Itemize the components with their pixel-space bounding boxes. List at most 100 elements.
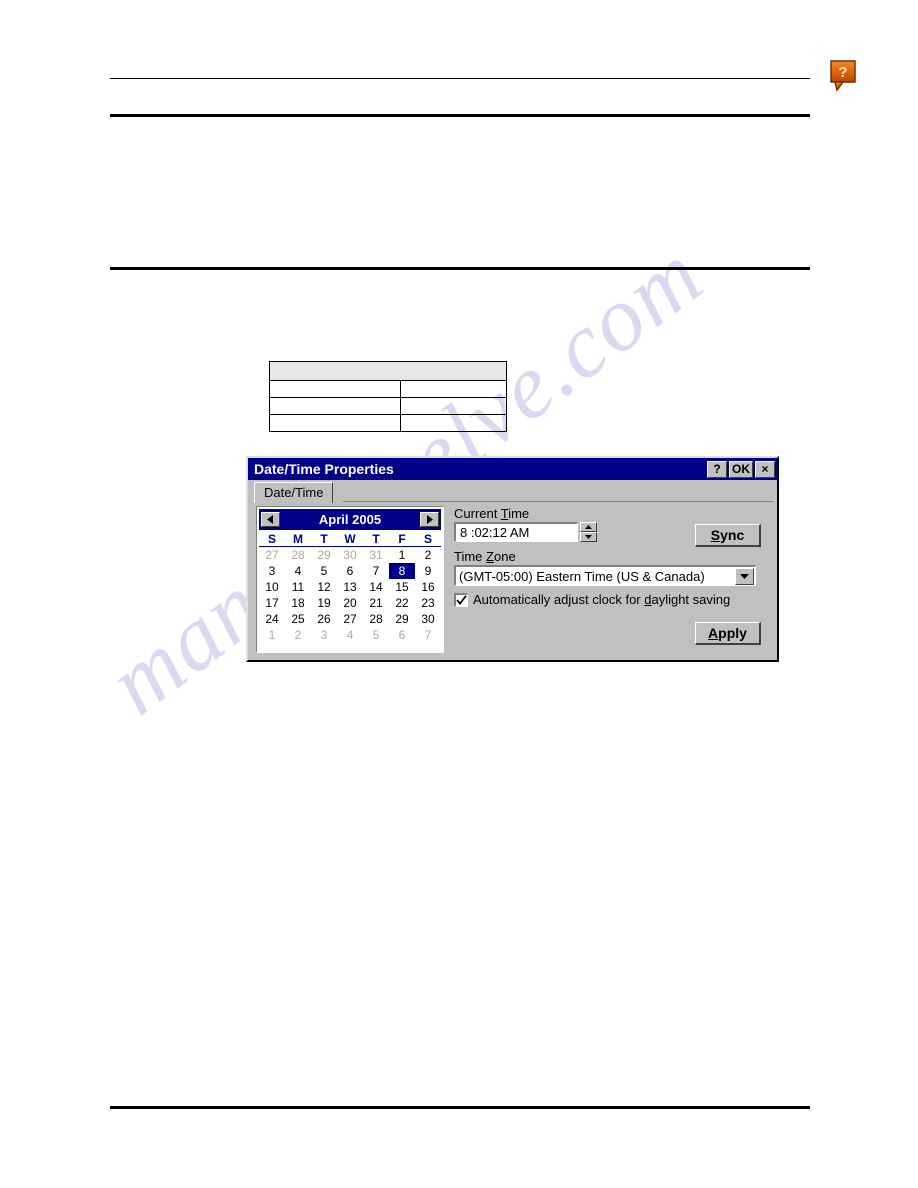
calendar-day-cell[interactable]: 27 — [337, 611, 363, 627]
calendar-day-cell[interactable]: 2 — [415, 547, 441, 564]
daylight-saving-row[interactable]: Automatically adjust clock for daylight … — [454, 592, 771, 607]
spin-up-icon — [585, 525, 592, 529]
calendar-day-cell[interactable]: 26 — [311, 611, 337, 627]
calendar-day-cell[interactable]: 12 — [311, 579, 337, 595]
table-cell — [400, 380, 507, 398]
spin-up-button[interactable] — [580, 522, 597, 532]
calendar-day-cell[interactable]: 31 — [363, 547, 389, 564]
calendar-day-cell[interactable]: 29 — [311, 547, 337, 564]
ok-button[interactable]: OK — [729, 460, 753, 478]
calendar-day-cell[interactable]: 5 — [311, 563, 337, 579]
spin-down-button[interactable] — [580, 532, 597, 542]
table-row — [268, 380, 507, 398]
check-icon — [456, 595, 467, 605]
calendar-week-row: 17 18 19 20 21 22 23 — [259, 595, 441, 611]
tab-date-time[interactable]: Date/Time — [254, 482, 334, 503]
calendar-day-cell[interactable]: 10 — [259, 579, 285, 595]
time-spinner[interactable] — [580, 522, 597, 542]
time-zone-block: Time Zone (GMT-05:00) Eastern Time (US &… — [454, 549, 771, 586]
calendar-day-cell[interactable]: 18 — [285, 595, 311, 611]
calendar-day-cell[interactable]: 15 — [389, 579, 415, 595]
calendar-day-cell[interactable]: 20 — [337, 595, 363, 611]
time-zone-label: Time Zone — [454, 549, 516, 564]
sync-button[interactable]: Sync — [695, 524, 761, 547]
calendar-day-cell[interactable]: 8 — [389, 563, 415, 579]
settings-pane: Current Time 8 :02:12 AM Time Zone (GMT-… — [444, 506, 771, 654]
calendar-days: 27 28 29 30 31 1 2 3 4 5 6 7 8 9 10 11 12 13 14 15 16 17 18 19 2… — [259, 547, 441, 644]
calendar-day-cell[interactable]: 3 — [311, 627, 337, 643]
calendar-week-row: 10 11 12 13 14 15 16 — [259, 579, 441, 595]
calendar-day-cell[interactable]: 1 — [259, 627, 285, 643]
calendar-day-cell[interactable]: 17 — [259, 595, 285, 611]
calendar-day-cell[interactable]: 22 — [389, 595, 415, 611]
date-time-properties-dialog: Date/Time Properties ? OK × Date/Time Ap… — [246, 456, 779, 662]
calendar-day-cell[interactable]: 2 — [285, 627, 311, 643]
table-cell — [269, 361, 507, 381]
table-cell — [400, 414, 507, 432]
dialog-titlebar[interactable]: Date/Time Properties ? OK × — [248, 458, 777, 480]
weekday-header: S — [415, 530, 441, 547]
calendar-day-cell[interactable]: 7 — [415, 627, 441, 643]
table-cell — [268, 414, 402, 432]
calendar-day-cell[interactable]: 25 — [285, 611, 311, 627]
calendar-week-row: 3456789 — [259, 563, 441, 579]
daylight-saving-label: Automatically adjust clock for daylight … — [473, 592, 731, 607]
sync-button-label: Sync — [710, 527, 745, 543]
calendar-day-cell[interactable]: 23 — [415, 595, 441, 611]
calendar-day-cell[interactable]: 27 — [259, 547, 285, 564]
weekday-header: F — [389, 530, 415, 547]
calendar-day-cell[interactable]: 28 — [285, 547, 311, 564]
calendar-day-cell[interactable]: 1 — [389, 547, 415, 564]
weekday-header: T — [311, 530, 337, 547]
calendar-day-cell[interactable]: 4 — [337, 627, 363, 643]
calendar-day-cell[interactable]: 4 — [285, 563, 311, 579]
time-zone-dropdown-button[interactable] — [735, 567, 754, 585]
calendar-grid: S M T W T F S 27 28 29 30 31 1 2 3 4 5 6 7 8 9 10 11 12 1… — [259, 530, 441, 643]
prev-month-button[interactable] — [261, 512, 280, 527]
table-cell — [268, 397, 402, 415]
dialog-body: April 2005 S M T W T F S 27 28 29 30 31 … — [248, 502, 777, 660]
weekday-header: S — [259, 530, 285, 547]
calendar-day-cell[interactable]: 6 — [389, 627, 415, 643]
calendar-day-cell[interactable]: 30 — [415, 611, 441, 627]
table-row — [268, 414, 507, 432]
calendar-day-cell[interactable]: 19 — [311, 595, 337, 611]
current-time-label: Current Time — [454, 506, 530, 521]
apply-button-label: Apply — [708, 625, 747, 641]
calendar-month-title: April 2005 — [318, 512, 382, 527]
month-calendar[interactable]: April 2005 S M T W T F S 27 28 29 30 31 … — [256, 506, 444, 653]
section-rule-mid — [110, 267, 810, 270]
calendar-day-cell[interactable]: 30 — [337, 547, 363, 564]
current-time-input[interactable]: 8 :02:12 AM — [454, 522, 578, 542]
calendar-day-cell[interactable]: 29 — [389, 611, 415, 627]
chevron-down-icon — [740, 573, 749, 579]
calendar-day-cell[interactable]: 24 — [259, 611, 285, 627]
calendar-day-cell[interactable]: 6 — [337, 563, 363, 579]
svg-text:?: ? — [838, 64, 847, 81]
daylight-saving-checkbox[interactable] — [454, 592, 468, 607]
time-zone-select[interactable]: (GMT-05:00) Eastern Time (US & Canada) — [454, 565, 756, 586]
calendar-day-cell[interactable]: 21 — [363, 595, 389, 611]
calendar-day-cell[interactable]: 7 — [363, 563, 389, 579]
doc-table-body — [268, 361, 507, 432]
dialog-title: Date/Time Properties — [254, 461, 394, 477]
header-rule-top — [110, 114, 810, 117]
apply-button[interactable]: Apply — [695, 622, 761, 645]
doc-table — [268, 361, 507, 432]
help-button[interactable]: ? — [707, 460, 727, 478]
weekday-header: M — [285, 530, 311, 547]
calendar-day-cell[interactable]: 11 — [285, 579, 311, 595]
close-button[interactable]: × — [755, 460, 775, 478]
calendar-day-cell[interactable]: 28 — [363, 611, 389, 627]
calendar-day-cell[interactable]: 16 — [415, 579, 441, 595]
spin-down-icon — [585, 535, 592, 539]
calendar-day-cell[interactable]: 13 — [337, 579, 363, 595]
right-arrow-icon — [427, 515, 433, 524]
calendar-day-cell[interactable]: 9 — [415, 563, 441, 579]
calendar-day-cell[interactable]: 14 — [363, 579, 389, 595]
footer-rule — [110, 1106, 810, 1109]
calendar-day-cell[interactable]: 3 — [259, 563, 285, 579]
calendar-day-cell[interactable]: 5 — [363, 627, 389, 643]
table-cell — [400, 397, 507, 415]
next-month-button[interactable] — [420, 512, 439, 527]
